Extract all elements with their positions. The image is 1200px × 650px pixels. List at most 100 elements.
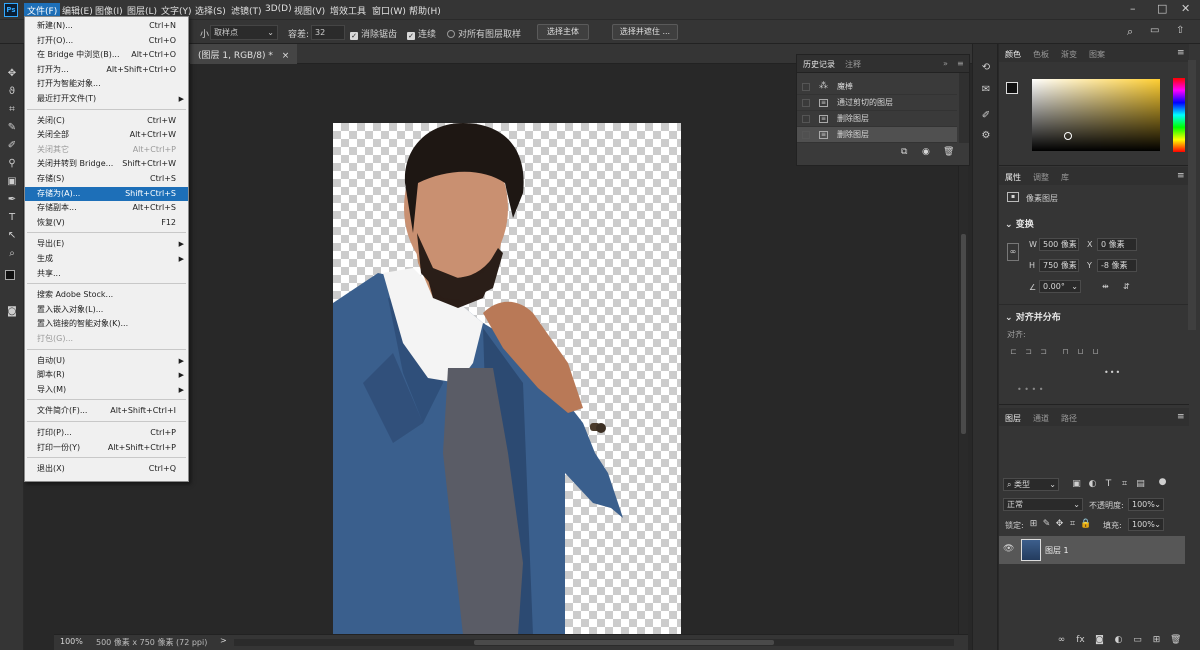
trash-icon[interactable]: 🗑 [943, 147, 954, 157]
flip-horizontal-icon[interactable]: ⇹ [1102, 282, 1109, 291]
file-menu-item[interactable]: 新建(N)... Ctrl+N [25, 19, 188, 33]
panel-menu-icon[interactable]: ≡ [957, 59, 964, 68]
snapshot-checkbox[interactable] [802, 99, 810, 107]
link-icon[interactable]: ∞ [1007, 243, 1019, 261]
angle-field[interactable]: 0.00° ⌄ [1039, 280, 1081, 293]
panel-menu-icon[interactable]: ≡ [1177, 48, 1185, 58]
text-tool-icon[interactable]: T [6, 212, 18, 224]
file-menu-item[interactable]: 关闭并转到 Bridge... Shift+Ctrl+W [25, 157, 188, 171]
menu-filter[interactable]: 滤镜(T) [231, 4, 262, 17]
antialias-checkbox[interactable]: ✓ 消除锯齿 [350, 27, 397, 40]
lock-position-icon[interactable]: ✥ [1054, 519, 1065, 530]
layer-filter-select[interactable]: ⌕ 类型 ⌄ [1003, 478, 1059, 491]
snapshot-checkbox[interactable] [802, 131, 810, 139]
align-top-icon[interactable]: ⊓ [1061, 347, 1070, 356]
path-select-tool-icon[interactable]: ↖ [6, 230, 18, 242]
tab-history[interactable]: 历史记录 [803, 59, 835, 70]
file-menu-item[interactable]: 共享... [25, 267, 188, 281]
filter-adjustment-icon[interactable]: ◐ [1087, 479, 1098, 490]
history-step-current[interactable]: ≡ 删除图层 [797, 127, 957, 143]
file-menu-item[interactable]: 打开(O)... Ctrl+O [25, 34, 188, 48]
link-layers-icon[interactable]: ∞ [1056, 635, 1067, 646]
align-vcenter-icon[interactable]: ⊔ [1076, 347, 1085, 356]
file-menu-item[interactable]: 存储为(A)... Shift+Ctrl+S [25, 186, 188, 201]
filter-toggle-icon[interactable]: ● [1157, 477, 1168, 488]
menu-3d[interactable]: 3D(D) [265, 4, 292, 14]
file-menu-item[interactable]: 脚本(R) ▶ [25, 368, 188, 382]
contiguous-checkbox[interactable]: ✓ 连续 [407, 27, 436, 40]
align-hcenter-icon[interactable]: ⊐ [1024, 347, 1033, 356]
new-group-icon[interactable]: ▭ [1132, 635, 1143, 646]
minimize-icon[interactable]: – [1130, 2, 1136, 15]
select-and-mask-button[interactable]: 选择并遮住 ... [612, 24, 678, 40]
menu-window[interactable]: 窗口(W) [372, 4, 406, 17]
menu-select[interactable]: 选择(S) [195, 4, 226, 17]
filter-pixel-icon[interactable]: ▣ [1071, 479, 1082, 490]
pen-tool-icon[interactable]: ✒ [6, 194, 18, 206]
history-step[interactable]: ≡ 删除图层 [797, 111, 957, 127]
file-menu-item[interactable]: 生成 ▶ [25, 252, 188, 266]
lasso-tool-icon[interactable]: ϑ [6, 86, 18, 98]
flip-vertical-icon[interactable]: ⇵ [1123, 282, 1130, 291]
file-menu-item[interactable]: 存储(S) Ctrl+S [25, 172, 188, 186]
lock-transparent-icon[interactable]: ⊞ [1028, 519, 1039, 530]
comment-icon[interactable]: ✉ [980, 84, 992, 96]
brush-settings-icon[interactable]: ✐ [980, 110, 992, 122]
tab-paths[interactable]: 路径 [1061, 413, 1077, 424]
quick-mask-icon[interactable]: ◙ [6, 306, 18, 318]
tab-properties[interactable]: 属性 [1005, 172, 1021, 183]
new-adjustment-icon[interactable]: ◐ [1113, 635, 1124, 646]
file-menu-item[interactable]: 打开为... Alt+Shift+Ctrl+O [25, 63, 188, 77]
right-panel-scrollbar[interactable] [1188, 60, 1196, 330]
camera-icon[interactable]: ◉ [922, 147, 930, 157]
file-menu-item[interactable]: 存储副本... Alt+Ctrl+S [25, 201, 188, 215]
y-field[interactable]: -8 像素 [1097, 259, 1137, 272]
foreground-color-swatch[interactable] [5, 270, 15, 280]
eyedropper-tool-icon[interactable]: ✎ [6, 122, 18, 134]
file-menu-item[interactable]: 打开为智能对象... [25, 77, 188, 91]
tab-swatches[interactable]: 色板 [1033, 49, 1049, 60]
trash-icon[interactable]: 🗑 [1170, 635, 1181, 646]
tab-libraries[interactable]: 库 [1061, 172, 1069, 183]
file-menu-item[interactable]: 关闭全部 Alt+Ctrl+W [25, 128, 188, 142]
file-menu-item[interactable]: 置入嵌入对象(L)... [25, 303, 188, 317]
workspace-icon[interactable]: ▭ [1150, 25, 1159, 36]
crop-tool-icon[interactable]: ⌗ [6, 104, 18, 116]
tab-patterns[interactable]: 图案 [1089, 49, 1105, 60]
file-menu-item[interactable]: 打印(P)... Ctrl+P [25, 426, 188, 440]
all-layers-option[interactable]: 对所有图层取样 [447, 27, 521, 40]
file-menu-item[interactable]: 最近打开文件(T) ▶ [25, 92, 188, 106]
foreground-color-swatch[interactable] [1006, 82, 1018, 94]
color-field[interactable] [1032, 79, 1160, 151]
align-section-title[interactable]: ⌄ 对齐并分布 [1005, 310, 1061, 323]
fx-icon[interactable]: fx [1075, 635, 1086, 646]
x-field[interactable]: 0 像素 [1097, 238, 1137, 251]
brush-tool-icon[interactable]: ✐ [6, 140, 18, 152]
eye-icon[interactable]: 👁 [1003, 544, 1014, 555]
scrollbar-thumb[interactable] [474, 640, 774, 645]
tab-close-icon[interactable]: × [282, 51, 290, 61]
scrollbar-thumb[interactable] [961, 234, 966, 434]
document-canvas[interactable] [333, 123, 681, 635]
stamp-tool-icon[interactable]: ⚲ [6, 158, 18, 170]
fill-field[interactable]: 100% ⌄ [1128, 518, 1164, 531]
select-subject-button[interactable]: 选择主体 [537, 24, 589, 40]
file-menu-item[interactable]: 置入链接的智能对象(K)... [25, 317, 188, 331]
filter-type-icon[interactable]: T [1103, 479, 1114, 490]
tolerance-input[interactable]: 32 [311, 25, 345, 40]
align-left-icon[interactable]: ⊏ [1009, 347, 1018, 356]
document-tab[interactable]: (图层 1, RGB/8) * × [190, 44, 298, 64]
snapshot-checkbox[interactable] [802, 115, 810, 123]
menu-view[interactable]: 视图(V) [294, 4, 325, 17]
history-panel-icon[interactable]: ⟲ [980, 62, 992, 74]
history-scrollbar[interactable] [959, 73, 969, 143]
search-icon[interactable]: ⌕ [1127, 25, 1133, 39]
lock-pixels-icon[interactable]: ✎ [1041, 519, 1052, 530]
maximize-icon[interactable]: □ [1157, 2, 1167, 15]
new-layer-icon[interactable]: ⊞ [1151, 635, 1162, 646]
history-step[interactable]: ≡ 通过剪切的图层 [797, 95, 957, 111]
menu-plugins[interactable]: 增效工具 [330, 4, 366, 17]
layer-name[interactable]: 图层 1 [1045, 545, 1069, 556]
color-picker-cursor[interactable] [1064, 132, 1072, 140]
file-menu-item[interactable]: 退出(X) Ctrl+Q [25, 462, 188, 476]
